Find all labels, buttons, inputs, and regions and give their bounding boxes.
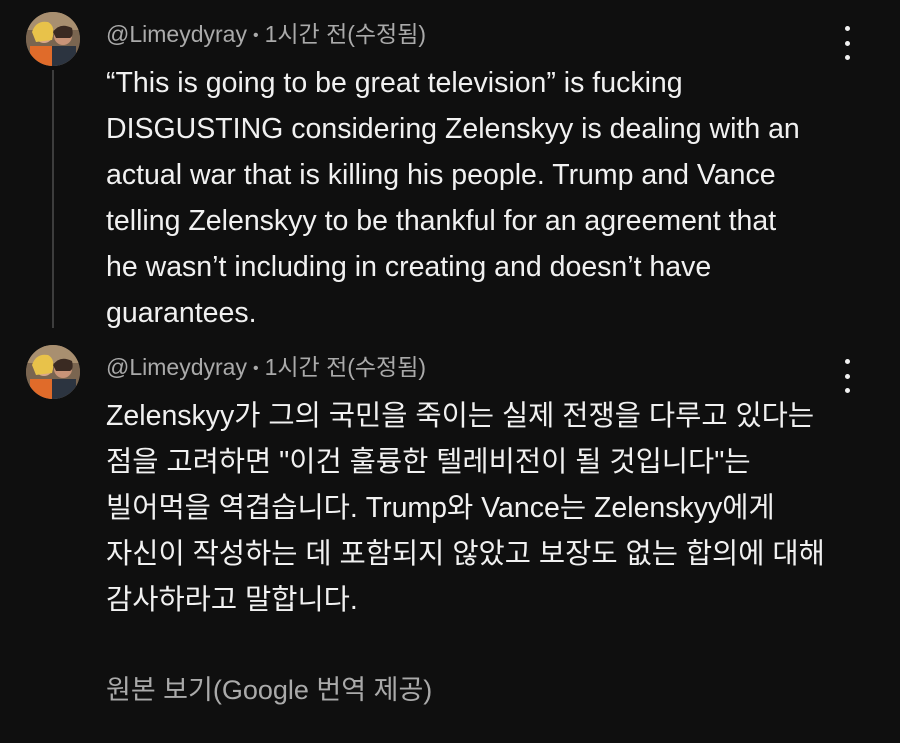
comment-line: Zelenskyy가 그의 국민을 죽이는 실제 전쟁을 다루고 있다는 xyxy=(106,400,815,432)
comment-line: 감사하라고 말합니다. xyxy=(106,584,358,616)
comment-line: guarantees. xyxy=(106,297,257,329)
comment-line: “This is going to be great television” i… xyxy=(106,67,683,99)
comment-time: 1시간 전(수정됨) xyxy=(264,21,427,47)
comment-line: 점을 고려하면 "이건 훌륭한 텔레비전이 될 것입니다"는 xyxy=(106,446,751,478)
comment-text: Zelenskyy가 그의 국민을 죽이는 실제 전쟁을 다루고 있다는 점을 … xyxy=(106,393,846,623)
avatar-photo-icon xyxy=(26,12,80,66)
comment-text: “This is going to be great television” i… xyxy=(106,60,846,336)
comment-meta: @Limeydyray • 1시간 전(수정됨) xyxy=(106,353,426,383)
author-handle[interactable]: @Limeydyray xyxy=(106,21,247,47)
comment-meta: @Limeydyray • 1시간 전(수정됨) xyxy=(106,20,426,50)
more-vert-icon[interactable] xyxy=(836,26,858,60)
comment-line: he wasn’t including in creating and does… xyxy=(106,251,712,283)
comment-line: DISGUSTING considering Zelenskyy is deal… xyxy=(106,113,800,145)
show-original-link[interactable]: 원본 보기(Google 번역 제공) xyxy=(106,670,432,710)
thread-line xyxy=(52,70,54,328)
meta-separator: • xyxy=(252,360,259,377)
comment-line: 자신이 작성하는 데 포함되지 않았고 보장도 없는 합의에 대해 xyxy=(106,538,825,570)
avatar[interactable] xyxy=(26,12,80,66)
comment-line: actual war that is killing his people. T… xyxy=(106,159,776,191)
comment-line: telling Zelenskyy to be thankful for an … xyxy=(106,205,777,237)
meta-separator: • xyxy=(252,27,259,44)
comment-time: 1시간 전(수정됨) xyxy=(264,354,427,380)
comment-line: 빌어먹을 역겹습니다. Trump와 Vance는 Zelenskyy에게 xyxy=(106,492,775,524)
more-vert-icon[interactable] xyxy=(836,359,858,393)
avatar[interactable] xyxy=(26,345,80,399)
author-handle[interactable]: @Limeydyray xyxy=(106,354,247,380)
avatar-photo-icon xyxy=(26,345,80,399)
